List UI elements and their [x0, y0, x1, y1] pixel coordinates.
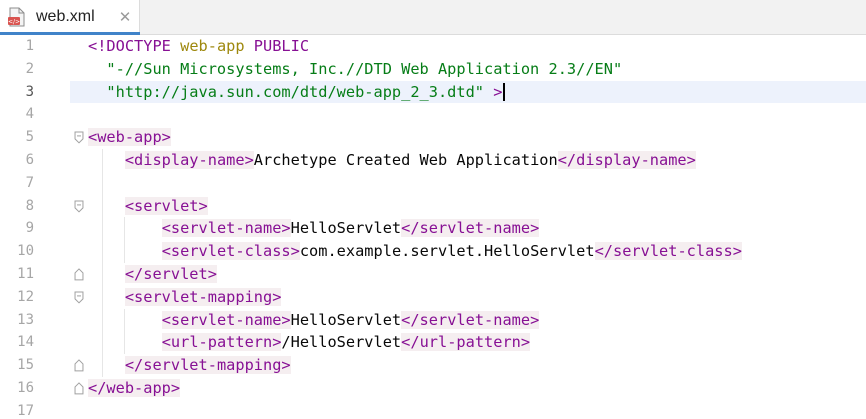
line-number: 1: [25, 38, 34, 54]
xml-tag: </display-name>: [557, 150, 696, 169]
fold-end-icon[interactable]: [70, 263, 88, 286]
xml-text: com.example.servlet.HelloServlet: [299, 242, 595, 261]
code-line: <servlet-name>HelloServlet</servlet-name…: [88, 309, 866, 332]
code-line: <servlet-name>HelloServlet</servlet-name…: [88, 217, 866, 240]
tab-label: web.xml: [36, 8, 95, 25]
doctype-public: PUBLIC: [253, 37, 310, 55]
doctype-public-id: "-//Sun Microsystems, Inc.//DTD Web Appl…: [106, 59, 623, 78]
svg-text:</>: </>: [8, 19, 20, 26]
tab-web-xml[interactable]: </> web.xml ✕: [0, 0, 140, 35]
doctype-root-name: web-app: [180, 37, 245, 55]
line-number: 15: [17, 357, 34, 374]
doctype-keyword: <!DOCTYPE: [88, 37, 171, 55]
gutter: 1 2 3 4 5 6 7 8 9 10 11 12 13 14 15 16 1…: [0, 35, 70, 419]
fold-collapse-icon[interactable]: [70, 126, 88, 149]
xml-tag: <servlet-name>: [161, 219, 291, 238]
fold-end-icon[interactable]: [70, 377, 88, 400]
code-line: <servlet>: [88, 195, 866, 218]
line-number: 7: [25, 174, 34, 191]
code-line: <servlet-class>com.example.servlet.Hello…: [88, 240, 866, 263]
line-number: 3: [25, 83, 34, 100]
code-line: </servlet-mapping>: [88, 354, 866, 377]
xml-tag: </servlet-mapping>: [124, 356, 291, 375]
line-number: 14: [17, 334, 34, 351]
xml-tag: </servlet-name>: [401, 219, 540, 238]
code-line: <display-name>Archetype Created Web Appl…: [88, 149, 866, 172]
code-line: <url-pattern>/HelloServlet</url-pattern>: [88, 331, 866, 354]
code-editor[interactable]: 1 2 3 4 5 6 7 8 9 10 11 12 13 14 15 16 1…: [0, 35, 866, 419]
code-line: <!DOCTYPE web-app PUBLIC: [88, 35, 866, 58]
line-number: 13: [17, 311, 34, 328]
editor-window: </> web.xml ✕ 1 2 3 4 5 6 7 8 9 10 11 12: [0, 0, 866, 419]
xml-tag: <url-pattern>: [161, 333, 282, 352]
xml-tag: <web-app>: [88, 128, 171, 147]
xml-text: HelloServlet: [290, 219, 402, 238]
code-line: "-//Sun Microsystems, Inc.//DTD Web Appl…: [88, 58, 866, 81]
code-line: "http://java.sun.com/dtd/web-app_2_3.dtd…: [88, 81, 866, 104]
tab-bar: </> web.xml ✕: [0, 0, 866, 35]
fold-gutter: [70, 35, 88, 419]
code-line: </servlet>: [88, 263, 866, 286]
line-number: 12: [17, 288, 34, 305]
code-line: <servlet-mapping>: [88, 286, 866, 309]
xml-text: Archetype Created Web Application: [253, 150, 558, 169]
xml-tag: <display-name>: [124, 150, 254, 169]
line-numbers: 1 2 3 4 5 6 7 8 9 10 11 12 13 14 15 16 1…: [0, 35, 34, 419]
line-number: 17: [17, 402, 34, 419]
xml-tag: <servlet-mapping>: [124, 287, 282, 306]
line-number: 8: [25, 197, 34, 214]
line-number: 6: [25, 151, 34, 168]
line-number: 16: [17, 379, 34, 396]
line-number: 11: [17, 265, 34, 282]
close-icon[interactable]: ✕: [117, 7, 133, 27]
code-line: <web-app>: [88, 126, 866, 149]
xml-text: /HelloServlet: [281, 333, 402, 352]
line-number: 9: [25, 220, 34, 237]
fold-collapse-icon[interactable]: [70, 195, 88, 218]
line-number: 2: [25, 60, 34, 77]
xml-tag: </servlet-class>: [594, 242, 742, 261]
xml-tag: <servlet>: [124, 196, 208, 215]
xml-tag: </servlet>: [124, 264, 217, 283]
code-content[interactable]: <!DOCTYPE web-app PUBLIC "-//Sun Microsy…: [88, 35, 866, 419]
xml-tag: <servlet-name>: [161, 310, 291, 329]
fold-end-icon[interactable]: [70, 354, 88, 377]
line-number: 5: [25, 129, 34, 146]
xml-tag: </web-app>: [88, 378, 181, 397]
doctype-close: >: [493, 82, 503, 101]
xml-file-icon: </>: [8, 7, 25, 27]
doctype-system-id: "http://java.sun.com/dtd/web-app_2_3.dtd…: [106, 82, 485, 101]
xml-tag: </servlet-name>: [401, 310, 540, 329]
code-line: </web-app>: [88, 377, 866, 400]
xml-text: HelloServlet: [290, 310, 402, 329]
fold-collapse-icon[interactable]: [70, 286, 88, 309]
line-number: 10: [17, 243, 34, 260]
xml-tag: <servlet-class>: [161, 242, 300, 261]
line-number: 4: [25, 106, 34, 123]
xml-tag: </url-pattern>: [401, 333, 531, 352]
text-caret: [503, 83, 506, 102]
